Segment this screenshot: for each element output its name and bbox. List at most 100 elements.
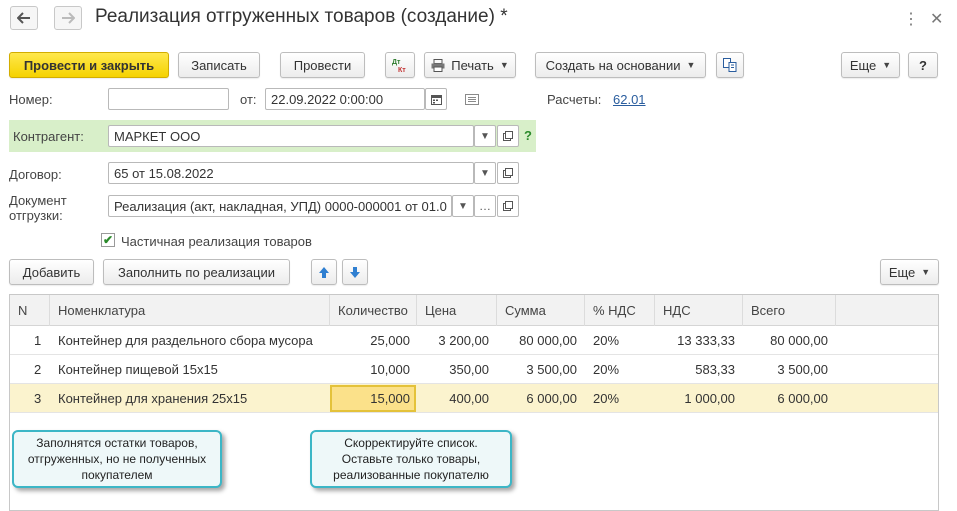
- partial-sale-checkbox[interactable]: ✔: [101, 233, 115, 247]
- table-header: N Номенклатура Количество Цена Сумма % Н…: [10, 295, 938, 326]
- cell-vat-rate: 20%: [593, 391, 620, 406]
- counterparty-dropdown-button[interactable]: ▼: [474, 125, 496, 147]
- arrow-up-icon: [319, 266, 329, 278]
- save-button[interactable]: Записать: [178, 52, 260, 78]
- arrow-right-icon: [62, 12, 75, 24]
- open-icon: [503, 131, 513, 141]
- cell-total: 3 500,00: [777, 362, 828, 377]
- forward-button[interactable]: [54, 6, 82, 30]
- callout-left: Заполнятся остатки товаров, отгруженных,…: [12, 430, 222, 488]
- open-icon: [503, 168, 513, 178]
- move-down-button[interactable]: [342, 259, 368, 285]
- help-button[interactable]: ?: [908, 52, 938, 78]
- post-and-close-label: Провести и закрыть: [23, 57, 155, 73]
- contract-field[interactable]: 65 от 15.08.2022: [108, 162, 474, 184]
- chevron-down-icon: ▼: [499, 60, 509, 70]
- table-row[interactable]: 1 Контейнер для раздельного сбора мусора…: [10, 326, 938, 355]
- fill-by-sale-button[interactable]: Заполнить по реализации: [103, 259, 290, 285]
- contract-dropdown-button[interactable]: ▼: [474, 162, 496, 184]
- column-header-price[interactable]: Цена: [417, 295, 497, 326]
- cell-qty[interactable]: 15,000: [330, 384, 410, 413]
- cell-name: Контейнер для хранения 25х15: [58, 391, 248, 406]
- calendar-icon: [430, 94, 442, 105]
- counterparty-field[interactable]: МАРКЕТ ООО: [108, 125, 474, 147]
- svg-text:Дт: Дт: [392, 59, 401, 66]
- cell-qty: 25,000: [370, 333, 410, 348]
- cell-vat-rate: 20%: [593, 333, 620, 348]
- create-based-on-button[interactable]: Создать на основании ▼: [535, 52, 706, 78]
- chevron-down-icon: ▼: [480, 130, 490, 142]
- arrow-left-icon: [17, 12, 30, 24]
- cell-vat: 13 333,33: [677, 333, 735, 348]
- more-vertical-icon[interactable]: ⋮: [903, 9, 919, 29]
- number-field[interactable]: [108, 88, 229, 110]
- cell-n: 1: [34, 333, 42, 348]
- contract-open-button[interactable]: [497, 162, 519, 184]
- cell-vat-rate: 20%: [593, 362, 620, 377]
- chevron-down-icon: ▼: [921, 267, 931, 277]
- table-more-button[interactable]: Еще ▼: [880, 259, 939, 285]
- cell-price: 400,00: [449, 391, 489, 406]
- window-title: Реализация отгруженных товаров (создание…: [95, 6, 508, 27]
- column-header-total[interactable]: Всего: [743, 295, 836, 326]
- table-more-label: Еще: [888, 264, 916, 280]
- post-and-close-button[interactable]: Провести и закрыть: [9, 52, 169, 78]
- arrow-down-icon: [350, 266, 360, 278]
- cell-n: 3: [34, 391, 42, 406]
- column-header-name[interactable]: Номенклатура: [50, 295, 330, 326]
- chevron-down-icon: ▼: [458, 200, 468, 212]
- dt-kt-button[interactable]: Дт Кт: [385, 52, 415, 78]
- cell-sum: 3 500,00: [526, 362, 577, 377]
- open-icon: [503, 201, 513, 211]
- comment-icon[interactable]: [465, 93, 479, 108]
- more-button[interactable]: Еще ▼: [841, 52, 900, 78]
- cell-qty: 10,000: [370, 362, 410, 377]
- cell-vat: 583,33: [695, 362, 735, 377]
- more-label: Еще: [849, 57, 877, 73]
- ellipsis-icon: …: [479, 199, 491, 213]
- column-header-n[interactable]: N: [10, 295, 50, 326]
- column-header-vat[interactable]: НДС: [655, 295, 743, 326]
- table-row[interactable]: 2 Контейнер пищевой 15х15 10,000 350,00 …: [10, 355, 938, 384]
- print-button[interactable]: Печать ▼: [424, 52, 516, 78]
- shipdoc-dropdown-button[interactable]: ▼: [452, 195, 474, 217]
- move-up-button[interactable]: [311, 259, 337, 285]
- dt-kt-icon: Дт Кт: [392, 59, 406, 73]
- print-label: Печать: [451, 57, 494, 73]
- structure-button[interactable]: [716, 52, 744, 78]
- add-row-label: Добавить: [22, 264, 81, 280]
- column-header-qty[interactable]: Количество: [330, 295, 417, 326]
- cell-sum: 80 000,00: [519, 333, 577, 348]
- date-from-label: от:: [240, 92, 257, 107]
- add-row-button[interactable]: Добавить: [9, 259, 94, 285]
- number-label: Номер:: [9, 92, 53, 107]
- help-label: ?: [919, 57, 927, 73]
- cell-total: 6 000,00: [777, 391, 828, 406]
- back-button[interactable]: [10, 6, 38, 30]
- cell-total: 80 000,00: [770, 333, 828, 348]
- callout-right: Скорректируйте список. Оставьте только т…: [310, 430, 512, 488]
- column-header-sum[interactable]: Сумма: [497, 295, 585, 326]
- counterparty-label: Контрагент:: [13, 129, 84, 144]
- shipdoc-label-line1: Документ: [9, 193, 67, 208]
- cell-n: 2: [34, 362, 42, 377]
- shipdoc-label-line2: отгрузки:: [9, 208, 63, 223]
- checkmark-icon: ✔: [102, 233, 114, 247]
- close-icon[interactable]: ✕: [930, 9, 943, 29]
- create-based-on-label: Создать на основании: [545, 57, 681, 73]
- date-field[interactable]: 22.09.2022 0:00:00: [265, 88, 425, 110]
- settlements-link[interactable]: 62.01: [613, 92, 646, 107]
- save-label: Записать: [191, 57, 247, 73]
- shipdoc-field[interactable]: Реализация (акт, накладная, УПД) 0000-00…: [108, 195, 452, 217]
- post-button[interactable]: Провести: [280, 52, 365, 78]
- table-row-selected[interactable]: 3 Контейнер для хранения 25х15 15,000 40…: [10, 384, 938, 413]
- calendar-button[interactable]: [425, 88, 447, 110]
- cell-price: 350,00: [449, 362, 489, 377]
- cell-name: Контейнер для раздельного сбора мусора: [58, 333, 313, 348]
- counterparty-open-button[interactable]: [497, 125, 519, 147]
- shipdoc-select-button[interactable]: …: [474, 195, 496, 217]
- shipdoc-open-button[interactable]: [497, 195, 519, 217]
- counterparty-help-icon[interactable]: ?: [524, 128, 532, 143]
- partial-sale-label: Частичная реализация товаров: [121, 234, 312, 249]
- column-header-vat-rate[interactable]: % НДС: [585, 295, 655, 326]
